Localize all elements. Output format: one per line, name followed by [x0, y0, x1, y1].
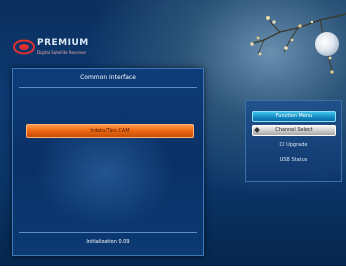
panel-title: Common Interface	[80, 74, 136, 81]
cam-module-item[interactable]: Irdeto/Tips CAM	[26, 124, 194, 138]
menu-item-label: Channel Select	[275, 127, 313, 133]
moon-decoration	[315, 32, 339, 56]
tv-screen: PREMIUM Digital Satellite Receiver Commo…	[0, 0, 346, 266]
panel-status-text: Initialization 0.09	[86, 239, 130, 245]
panel-glow	[35, 127, 175, 227]
common-interface-panel: Common Interface Irdeto/Tips CAM Initial…	[12, 68, 204, 256]
brand-logo: PREMIUM Digital Satellite Receiver	[13, 36, 111, 62]
selection-marker-icon	[254, 127, 260, 133]
logo-name: PREMIUM	[37, 38, 89, 48]
menu-item-channel-select[interactable]: Channel Select	[252, 125, 336, 136]
screen-border	[0, 266, 346, 278]
menu-item-ci-upgrade[interactable]: CI Upgrade	[246, 142, 341, 148]
logo-tagline: Digital Satellite Receiver	[37, 50, 87, 55]
menu-item-usb-status[interactable]: USB Status	[246, 157, 341, 163]
panel-divider-bottom	[19, 232, 197, 233]
panel-divider-top	[19, 87, 197, 88]
menu-item-function-menu[interactable]: Function Menu	[252, 111, 336, 122]
side-menu-panel: Function Menu Channel Select CI Upgrade …	[245, 100, 342, 182]
logo-emblem-icon	[13, 39, 35, 55]
